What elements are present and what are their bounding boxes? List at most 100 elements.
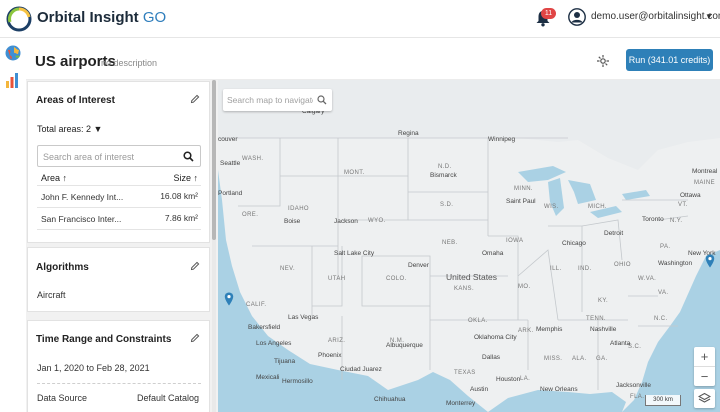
map-city-label: Regina — [398, 130, 419, 137]
sidebar-scrollbar[interactable] — [212, 80, 216, 412]
map-city-label: Mexicali — [256, 374, 280, 381]
map-city-label: Dallas — [482, 354, 501, 361]
table-row[interactable]: San Francisco Inter... 7.86 km² — [37, 208, 201, 230]
map-state-label: MONT. — [344, 170, 365, 176]
sfo-location-pin-icon[interactable] — [224, 292, 234, 306]
notification-count-badge: 11 — [541, 8, 556, 19]
map-state-label: IDAHO — [288, 206, 310, 212]
map-city-label: Las Vegas — [288, 314, 319, 321]
map-city-label: Chihuahua — [374, 396, 406, 403]
algorithms-title: Algorithms — [36, 262, 89, 273]
layers-icon — [698, 392, 711, 403]
map-state-label: KY. — [598, 298, 609, 304]
area-search-input[interactable] — [43, 149, 177, 164]
layers-button[interactable] — [694, 389, 715, 408]
areas-of-interest-card: Areas of Interest Total areas: 2 ▼ Area … — [27, 81, 210, 243]
map-state-label: IOWA — [506, 238, 524, 244]
map-city-label: Ottawa — [680, 192, 701, 199]
total-areas-dropdown[interactable]: Total areas: 2 ▼ — [37, 124, 102, 134]
map-state-label: VA. — [658, 290, 669, 296]
area-name: John F. Kennedy Int... — [41, 192, 124, 202]
map-state-label: MINN. — [514, 186, 533, 192]
map-state-label: ALA. — [572, 356, 587, 362]
search-icon[interactable] — [183, 151, 194, 162]
map-state-label: WIS. — [544, 204, 559, 210]
map-state-label: FLA. — [630, 394, 645, 400]
sidebar-scroll-thumb[interactable] — [212, 80, 216, 240]
user-email[interactable]: demo.user@orbitalinsight.com — [591, 11, 720, 22]
map-city-label: Toronto — [642, 216, 664, 223]
time-range-card: Time Range and Constraints Jan 1, 2020 t… — [27, 320, 210, 412]
map-state-label: TENN. — [586, 316, 606, 322]
run-button[interactable]: Run (341.01 credits) — [626, 49, 713, 71]
jfk-location-pin-icon[interactable] — [705, 254, 715, 268]
table-row[interactable]: John F. Kennedy Int... 16.08 km² — [37, 186, 201, 208]
map-city-label: Hermosillo — [282, 378, 313, 385]
map-city-label: Monterrey — [446, 400, 476, 407]
map-city-label: Omaha — [482, 250, 504, 257]
map-state-label: COLO. — [386, 276, 407, 282]
map-city-label: Tijuana — [274, 358, 296, 365]
map-state-label: MO. — [518, 284, 531, 290]
area-column-header[interactable]: Area ↑ — [41, 173, 67, 183]
edit-areas-pencil-icon[interactable] — [190, 94, 200, 104]
share-icon[interactable] — [596, 54, 610, 68]
areas-table-header: Area ↑ Size ↑ — [37, 172, 201, 186]
map-state-label: TEXAS — [454, 370, 476, 376]
map-city-label: Winnipeg — [488, 136, 516, 143]
map-state-label: OHIO — [614, 262, 631, 268]
brand-name[interactable]: Orbital Insight GO — [37, 9, 166, 26]
search-icon[interactable] — [317, 95, 327, 105]
map-city-label: Austin — [470, 386, 489, 393]
map-state-label: ARK. — [518, 328, 534, 334]
bar-chart-icon[interactable] — [4, 71, 22, 89]
map-state-label: IND. — [578, 266, 592, 272]
map-city-label: Jackson — [334, 218, 358, 225]
zoom-in-button[interactable]: + — [694, 347, 715, 366]
map-city-label: Washington — [658, 260, 693, 267]
project-description[interactable]: no description — [101, 58, 157, 68]
map-state-label: NEB. — [442, 240, 458, 246]
map-state-label: CALIF. — [246, 302, 267, 308]
map-state-label: VT. — [678, 202, 688, 208]
globe-icon[interactable] — [4, 44, 22, 62]
map-search-input[interactable] — [227, 93, 313, 107]
user-menu-caret-icon[interactable]: ▼ — [705, 12, 713, 21]
algorithms-card: Algorithms Aircraft — [27, 247, 210, 312]
map-city-label: Los Angeles — [256, 340, 292, 347]
size-column-header[interactable]: Size ↑ — [173, 173, 198, 183]
map-state-label: WASH. — [242, 156, 264, 162]
map-state-label: N.C. — [654, 316, 668, 322]
map-city-label: Houston — [496, 376, 521, 383]
map-state-label: ORE. — [242, 212, 259, 218]
map-city-label: Portland — [218, 190, 243, 197]
algorithm-value: Aircraft — [37, 290, 66, 300]
map-city-label: Montreal — [692, 168, 718, 175]
edit-algorithms-pencil-icon[interactable] — [190, 261, 200, 271]
map-city-label: Bakersfield — [248, 324, 281, 331]
map-view[interactable]: WASH. MONT. N.D. MINN. ORE. IDAHO WYO. S… — [218, 80, 720, 412]
map-state-label: MICH. — [588, 204, 607, 210]
map-city-label: Bismarck — [430, 172, 457, 179]
map-city-label: Saint Paul — [506, 198, 536, 205]
map-city-label: Memphis — [536, 326, 563, 333]
user-avatar-icon[interactable] — [568, 8, 586, 26]
orbital-insight-logo[interactable] — [6, 6, 32, 32]
map-city-label: Salt Lake City — [334, 250, 375, 257]
zoom-out-button[interactable]: − — [694, 366, 715, 385]
map-state-label: GA. — [596, 356, 608, 362]
map-city-label: Chicago — [562, 240, 586, 247]
time-range-title: Time Range and Constraints — [36, 334, 172, 345]
map-city-label: Nashville — [590, 326, 617, 333]
time-range-value: Jan 1, 2020 to Feb 28, 2021 — [37, 363, 150, 373]
areas-of-interest-title: Areas of Interest — [36, 95, 115, 106]
map-state-label: MAINE — [694, 180, 716, 186]
map-city-label: Phoenix — [318, 352, 342, 359]
map-city-label: Oklahoma City — [474, 334, 517, 341]
map-state-label: NEV. — [280, 266, 296, 272]
map-city-label: Detroit — [604, 230, 624, 237]
map-city-label: couver — [218, 136, 238, 143]
zoom-controls: + − — [694, 347, 715, 386]
map-state-label: LA. — [520, 376, 531, 382]
edit-time-range-pencil-icon[interactable] — [190, 333, 200, 343]
